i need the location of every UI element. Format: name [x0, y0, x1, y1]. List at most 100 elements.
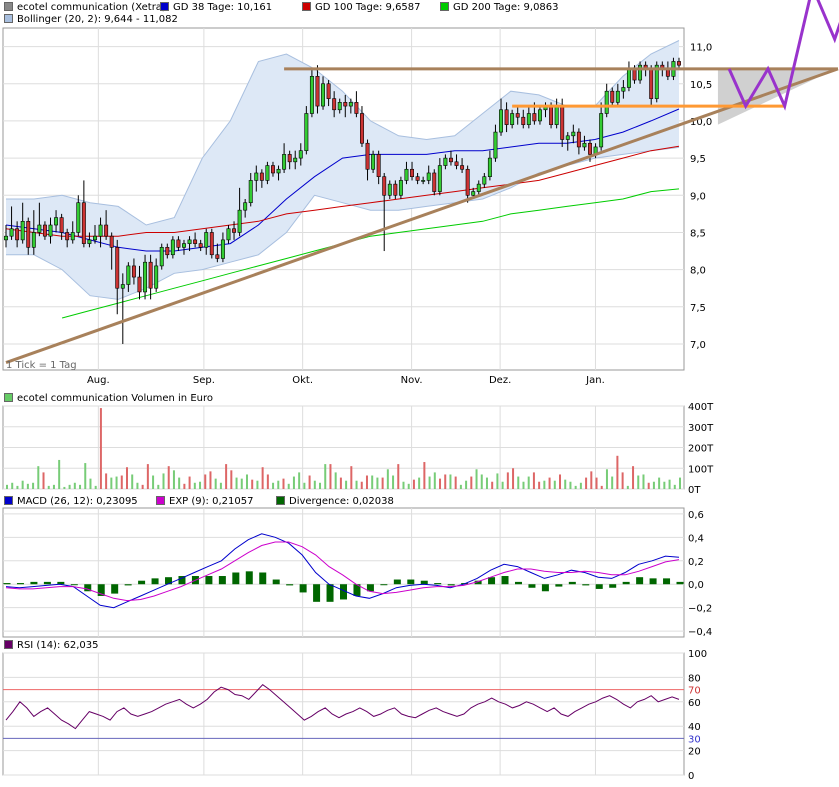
volume-bar [553, 480, 556, 489]
candle-body [626, 68, 631, 88]
volume-bar [42, 472, 45, 489]
candle-body [610, 90, 615, 103]
volume-bar [298, 472, 301, 489]
volume-bar [99, 408, 102, 489]
divergence-bar [151, 578, 159, 585]
volume-bar [679, 477, 681, 489]
candle-body [521, 116, 526, 125]
candle-body [254, 172, 259, 181]
legend-exp: EXP (9): 0,21057 [156, 496, 253, 508]
volume-bar [564, 479, 567, 489]
candle-body [460, 165, 465, 170]
candle-body [182, 243, 186, 248]
volume-bar [313, 480, 316, 489]
candle-body [365, 142, 370, 170]
volume-bar [621, 472, 624, 489]
divergence-bar [245, 571, 253, 585]
volume-bar [527, 476, 530, 489]
volume-bar [459, 484, 462, 489]
divergence-bar [595, 584, 603, 589]
volume-bar [152, 475, 155, 489]
tick-note: 1 Tick = 1 Tag [6, 360, 77, 371]
divergence-bar [30, 581, 38, 585]
candle-body [70, 232, 75, 241]
volume-bar [559, 474, 562, 489]
candle-body [170, 239, 175, 256]
candle-body [376, 154, 381, 177]
candle-body [298, 150, 303, 159]
candle-body [677, 61, 681, 66]
candle-body [476, 183, 481, 192]
legend-divergence: Divergence: 0,02038 [276, 496, 394, 508]
volume-bar [548, 477, 551, 489]
candle-body [354, 102, 359, 114]
volume-bar [517, 476, 520, 489]
volume-bar [225, 464, 228, 489]
candle-body [526, 113, 531, 125]
candle-body [393, 183, 398, 196]
macd-axis-tick-label: 0,2 [688, 557, 704, 568]
volume-bar [63, 486, 66, 489]
candle-body [588, 142, 592, 155]
volume-bar [141, 484, 144, 489]
volume-bar [423, 462, 426, 489]
legend-swatch [4, 14, 13, 23]
legend-swatch [4, 393, 13, 402]
candle-body [410, 168, 414, 177]
candle-body [26, 221, 31, 248]
candle-body [621, 87, 626, 92]
volume-bar [454, 476, 457, 489]
divergence-bar [514, 581, 522, 585]
volume-bar [52, 484, 55, 489]
divergence-bar [420, 580, 428, 585]
volume-bar [214, 478, 217, 489]
divergence-bar [43, 581, 51, 585]
candle-body [421, 180, 426, 182]
volume-bar [167, 466, 170, 489]
volume-bar [428, 476, 431, 489]
candle-body [487, 157, 492, 177]
candle-body [248, 180, 253, 204]
price-axis-tick-label: 10,5 [690, 80, 712, 91]
legend-label: GD 100 Tage: 9,6587 [315, 2, 421, 13]
volume-bar [579, 482, 582, 489]
divergence-bar [407, 579, 415, 585]
volume-bar [585, 477, 588, 489]
legend-label: Divergence: 0,02038 [289, 496, 394, 507]
price-axis-tick-label: 9,0 [690, 191, 706, 202]
candle-body [599, 113, 604, 148]
divergence-bar [528, 584, 536, 588]
volume-bar [193, 482, 196, 489]
divergence-bar [232, 572, 240, 585]
volume-bar [110, 477, 113, 489]
legend-label: ecotel communication Volumen in Euro [17, 393, 213, 404]
volume-bar [157, 484, 160, 489]
candle-body [4, 235, 8, 241]
candle-body [576, 131, 581, 148]
candle-body [337, 102, 342, 111]
volume-bar [574, 485, 577, 489]
rsi-axis-tick-label: 40 [688, 722, 701, 733]
candle-body [187, 239, 192, 244]
divergence-bar [259, 572, 267, 585]
candle-body [159, 247, 164, 267]
volume-bar [506, 472, 509, 489]
rsi-axis-tick-label: 60 [688, 698, 701, 709]
volume-bar [538, 481, 541, 489]
divergence-bar [380, 584, 388, 586]
price-axis-tick-label: 11,0 [690, 43, 712, 54]
volume-bar [600, 485, 603, 489]
volume-bar [475, 469, 478, 489]
volume-bar [178, 477, 181, 489]
candle-body [404, 168, 409, 181]
candle-body [176, 239, 181, 248]
volume-bar [522, 481, 525, 489]
divergence-bar [313, 584, 321, 602]
volume-bar [532, 472, 535, 489]
candle-body [321, 83, 326, 107]
divergence-bar [649, 578, 657, 585]
candle-body [143, 261, 148, 293]
volume-bar [376, 477, 379, 489]
divergence-bar [541, 584, 549, 592]
macd-axis-tick-label: 0,0 [688, 580, 704, 591]
